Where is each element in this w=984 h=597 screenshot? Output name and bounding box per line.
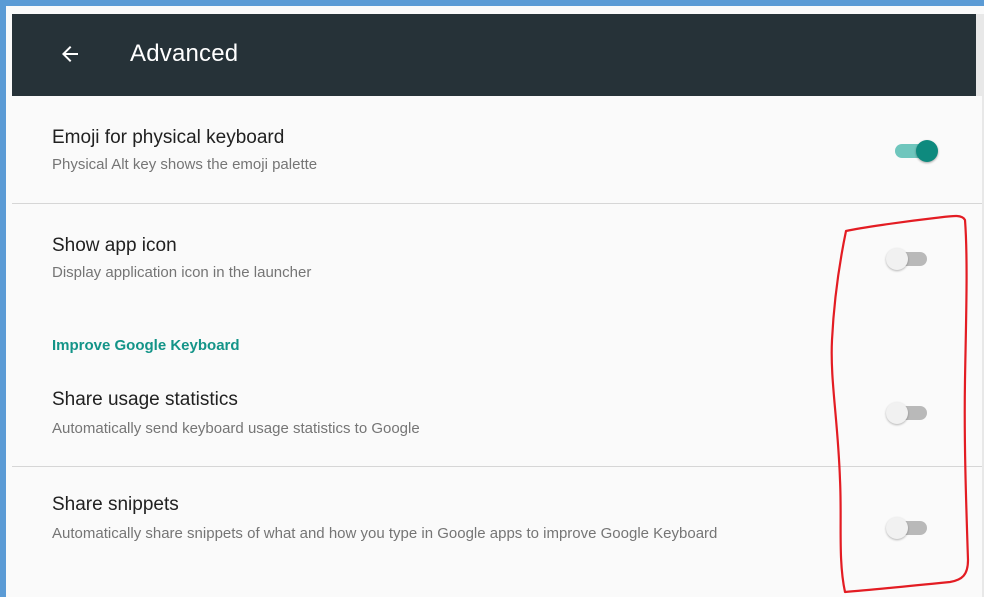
setting-subtitle: Display application icon in the launcher bbox=[52, 264, 312, 281]
toggle-switch[interactable] bbox=[886, 398, 934, 428]
switch-thumb bbox=[886, 248, 908, 270]
settings-list: Emoji for physical keyboard Physical Alt… bbox=[12, 96, 982, 597]
setting-subtitle: Physical Alt key shows the emoji palette bbox=[52, 156, 318, 173]
back-button[interactable] bbox=[48, 32, 92, 76]
setting-row-share-snippets[interactable]: Share snippets Automatically share snipp… bbox=[12, 467, 982, 597]
setting-title: Emoji for physical keyboard bbox=[52, 127, 285, 148]
setting-title: Share usage statistics bbox=[52, 389, 238, 410]
switch-thumb bbox=[886, 402, 908, 424]
switch-thumb bbox=[886, 517, 908, 539]
screenshot-frame: Advanced Emoji for physical keyboard Phy… bbox=[0, 0, 984, 597]
setting-subtitle: Automatically share snippets of what and… bbox=[52, 525, 718, 542]
setting-title: Share snippets bbox=[52, 494, 179, 515]
page-title: Advanced bbox=[130, 40, 239, 67]
toggle-switch[interactable] bbox=[886, 244, 934, 274]
section-header: Improve Google Keyboard bbox=[52, 337, 240, 354]
setting-row-show-app-icon[interactable]: Show app icon Display application icon i… bbox=[12, 204, 982, 322]
app-toolbar: Advanced bbox=[12, 14, 982, 96]
arrow-back-icon bbox=[62, 46, 78, 62]
setting-row-share-usage-statistics[interactable]: Share usage statistics Automatically sen… bbox=[12, 366, 982, 466]
switch-thumb bbox=[916, 140, 938, 162]
setting-subtitle: Automatically send keyboard usage statis… bbox=[52, 420, 420, 437]
toggle-switch[interactable] bbox=[890, 136, 938, 166]
setting-row-emoji-physical-keyboard[interactable]: Emoji for physical keyboard Physical Alt… bbox=[12, 96, 982, 203]
toggle-switch[interactable] bbox=[886, 513, 934, 543]
setting-title: Show app icon bbox=[52, 235, 177, 256]
